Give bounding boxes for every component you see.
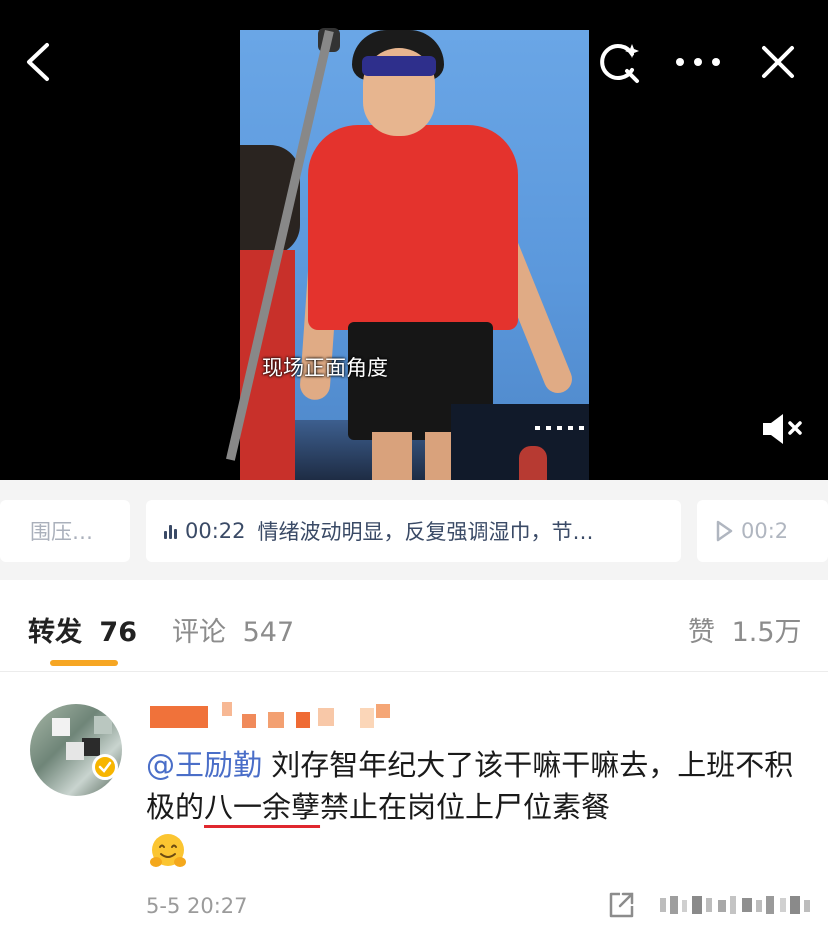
comment-text-part: 禁止在岗位上尸位素餐 bbox=[320, 790, 611, 824]
username-redacted[interactable] bbox=[150, 702, 400, 730]
tab-label: 转发 bbox=[28, 617, 82, 648]
user-mention-link[interactable]: @王励勤 bbox=[146, 748, 262, 782]
chapter-text: 情绪波动明显，反复强调湿巾，节… bbox=[257, 520, 594, 544]
timestamp: 5-5 20:27 bbox=[146, 894, 248, 918]
chapter-time: 00:22 bbox=[185, 519, 246, 543]
stats-tabs: 转发 76 评论 547 赞 1.5万 bbox=[0, 580, 828, 672]
tab-label: 赞 bbox=[688, 617, 715, 648]
comment-underlined-text: 八一余孽 bbox=[204, 790, 321, 824]
play-icon bbox=[716, 520, 733, 542]
player-leg-left bbox=[372, 432, 412, 480]
avatar[interactable] bbox=[30, 704, 122, 796]
arena-lights bbox=[535, 426, 585, 430]
tab-reposts[interactable]: 转发 76 bbox=[28, 610, 137, 649]
tab-comments[interactable]: 评论 547 bbox=[172, 610, 294, 649]
verified-badge-icon bbox=[92, 754, 118, 780]
chapter-strip[interactable]: 围压… 00:22 情绪波动明显，反复强调湿巾，节… 00:2 bbox=[0, 480, 828, 580]
tab-count: 1.5万 bbox=[731, 617, 802, 648]
tab-label: 评论 bbox=[172, 617, 226, 648]
tab-likes[interactable]: 赞 1.5万 bbox=[688, 610, 802, 649]
repost-item: @王励勤 刘存智年纪大了该干嘛干嘛去，上班不积极的八一余孽禁止在岗位上尸位素餐 … bbox=[0, 672, 828, 933]
mute-icon[interactable] bbox=[756, 408, 808, 450]
chapter-chip-label: 围压… bbox=[30, 520, 93, 544]
picture-in-picture-inset bbox=[451, 404, 589, 480]
tab-count: 76 bbox=[99, 617, 137, 648]
active-tab-indicator bbox=[50, 660, 118, 666]
comment-body: @王励勤 刘存智年纪大了该干嘛干嘛去，上班不积极的八一余孽禁止在岗位上尸位素餐 bbox=[146, 744, 796, 828]
player-headband bbox=[362, 56, 436, 76]
inset-figure bbox=[519, 446, 547, 480]
audio-wave-icon bbox=[164, 523, 177, 539]
chapter-chip-current[interactable]: 00:22 情绪波动明显，反复强调湿巾，节… bbox=[146, 500, 681, 562]
close-icon[interactable] bbox=[754, 38, 802, 86]
chevron-left-icon[interactable] bbox=[16, 40, 60, 84]
player-shirt bbox=[308, 125, 518, 330]
image-search-icon[interactable] bbox=[594, 38, 644, 88]
chapter-chip-previous[interactable]: 围压… bbox=[0, 500, 130, 562]
more-icon[interactable] bbox=[670, 40, 726, 84]
hugging-face-emoji-icon bbox=[148, 832, 188, 872]
video-player[interactable]: 现场正面角度 bbox=[0, 0, 828, 480]
video-caption: 现场正面角度 bbox=[262, 356, 388, 380]
action-buttons-obscured[interactable] bbox=[656, 894, 812, 916]
chapter-time: 00:2 bbox=[741, 519, 789, 543]
chapter-chip-next[interactable]: 00:2 bbox=[697, 500, 828, 562]
share-icon[interactable] bbox=[606, 890, 636, 920]
tab-count: 547 bbox=[242, 617, 295, 648]
